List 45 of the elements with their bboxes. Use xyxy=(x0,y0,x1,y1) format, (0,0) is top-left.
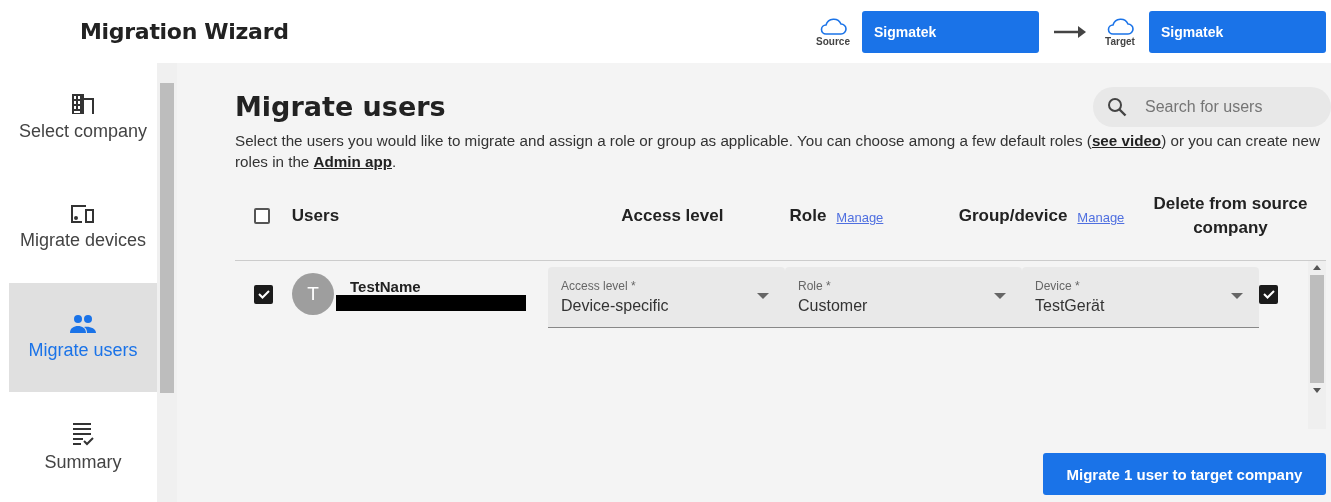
delete-checkbox[interactable] xyxy=(1259,284,1278,304)
column-header: Delete from source company xyxy=(1152,193,1309,239)
dropdown-field[interactable]: Device * TestGerät xyxy=(1022,266,1259,327)
check-icon xyxy=(1261,287,1276,301)
caret-icon xyxy=(994,292,1006,299)
cloud-icon xyxy=(1105,16,1135,36)
scrollbar[interactable] xyxy=(1308,261,1326,429)
arrow-icon xyxy=(1053,24,1087,39)
target-company-button[interactable]: Sigmatek xyxy=(1149,10,1326,53)
manage-link[interactable]: Manage xyxy=(1077,210,1125,225)
scroll-down-icon[interactable] xyxy=(1313,388,1321,393)
sidebar-item[interactable]: Migrate devices xyxy=(0,172,157,283)
dropdown-field[interactable]: Role * Customer xyxy=(785,266,1022,327)
admin-app-link[interactable]: Admin app xyxy=(313,153,392,170)
column-header: Group/device xyxy=(958,206,1068,226)
manage-link[interactable]: Manage xyxy=(836,210,884,225)
column-header: Role xyxy=(789,206,827,226)
caret-icon xyxy=(757,292,769,299)
source-label: Source xyxy=(816,36,850,47)
sidebar-item[interactable]: Select company xyxy=(0,63,157,173)
search-icon xyxy=(1107,97,1127,117)
column-header: Access level xyxy=(621,206,724,226)
migrate-button[interactable]: Migrate 1 user to target company xyxy=(1043,453,1326,495)
scrollbar[interactable] xyxy=(157,63,177,502)
description-text: Select the users you would like to migrate and assign a role or group as applicable. You can choose among a few default roles (see video) or you can create new roles in the Admin app. xyxy=(235,131,1321,172)
column-header: Users xyxy=(291,206,340,226)
search-field[interactable]: Search for users xyxy=(1093,87,1331,127)
caret-icon xyxy=(1231,292,1243,299)
source-company-button[interactable]: Sigmatek xyxy=(862,10,1039,53)
sidebar-item[interactable]: Summary xyxy=(0,392,157,502)
check-icon xyxy=(256,287,271,301)
dropdown-field[interactable]: Access level * Device-specific xyxy=(548,266,785,327)
row-checkbox[interactable] xyxy=(254,284,273,304)
devices-icon xyxy=(70,204,96,225)
select-all-checkbox[interactable] xyxy=(254,208,270,224)
people-icon xyxy=(69,313,97,334)
scroll-up-icon[interactable] xyxy=(1313,265,1321,270)
building-icon xyxy=(71,93,95,116)
target-label: Target xyxy=(1105,36,1135,47)
page-title: Migrate users xyxy=(235,91,446,122)
cloud-icon xyxy=(818,16,848,36)
checklist-icon xyxy=(72,421,94,446)
avatar: T xyxy=(292,273,334,315)
app-title: Migration Wizard xyxy=(80,19,289,44)
user-name: TestName xyxy=(350,277,422,295)
